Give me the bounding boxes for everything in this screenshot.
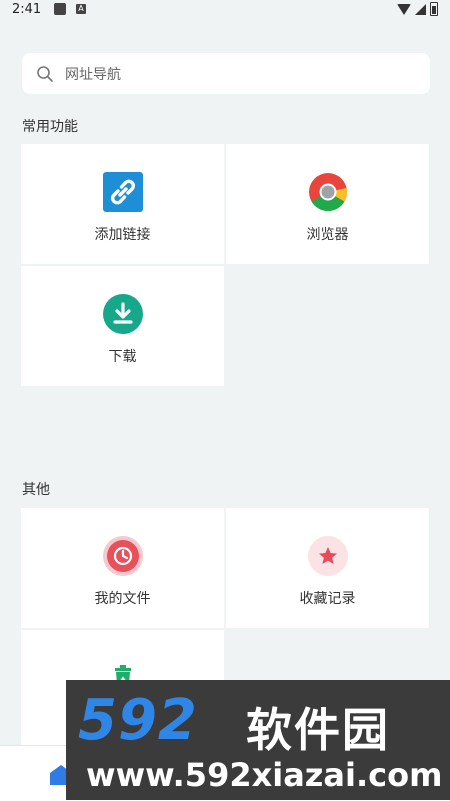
watermark-brand-cn: 软件园 bbox=[246, 703, 390, 757]
download-label: 下载 bbox=[108, 349, 137, 365]
star-icon bbox=[307, 536, 348, 576]
section-title-common: 常用功能 bbox=[22, 119, 78, 135]
search-icon bbox=[37, 65, 53, 82]
signal-icon bbox=[415, 3, 426, 15]
download-item[interactable]: 下载 bbox=[21, 266, 224, 386]
clock-icon bbox=[102, 536, 143, 576]
my-files-label: 我的文件 bbox=[94, 591, 151, 607]
download-icon bbox=[102, 294, 143, 334]
status-time: 2:41 bbox=[12, 2, 42, 17]
notification-icon bbox=[54, 3, 66, 15]
add-link-label: 添加链接 bbox=[94, 227, 151, 243]
favorites-item[interactable]: 收藏记录 bbox=[226, 508, 429, 628]
browser-item[interactable]: 浏览器 bbox=[226, 144, 429, 264]
search-bar[interactable]: 网址导航 bbox=[22, 53, 430, 94]
add-link-item[interactable]: 添加链接 bbox=[21, 144, 224, 264]
search-input[interactable]: 网址导航 bbox=[65, 64, 121, 84]
section-title-other: 其他 bbox=[22, 482, 50, 498]
status-bar: 2:41 A bbox=[0, 0, 450, 20]
battery-icon bbox=[430, 2, 438, 16]
watermark-url: www.592xiazai.com bbox=[86, 756, 443, 794]
watermark-banner: 592 软件园 www.592xiazai.com bbox=[66, 680, 450, 800]
browser-label: 浏览器 bbox=[306, 227, 349, 243]
app-notification-icon: A bbox=[76, 4, 86, 14]
link-icon bbox=[102, 172, 143, 212]
status-indicators bbox=[397, 2, 438, 16]
chrome-browser-icon bbox=[308, 173, 347, 212]
wifi-icon bbox=[397, 3, 411, 15]
my-files-item[interactable]: 我的文件 bbox=[21, 508, 224, 628]
watermark-brand: 592 bbox=[78, 688, 198, 753]
favorites-label: 收藏记录 bbox=[299, 591, 356, 607]
